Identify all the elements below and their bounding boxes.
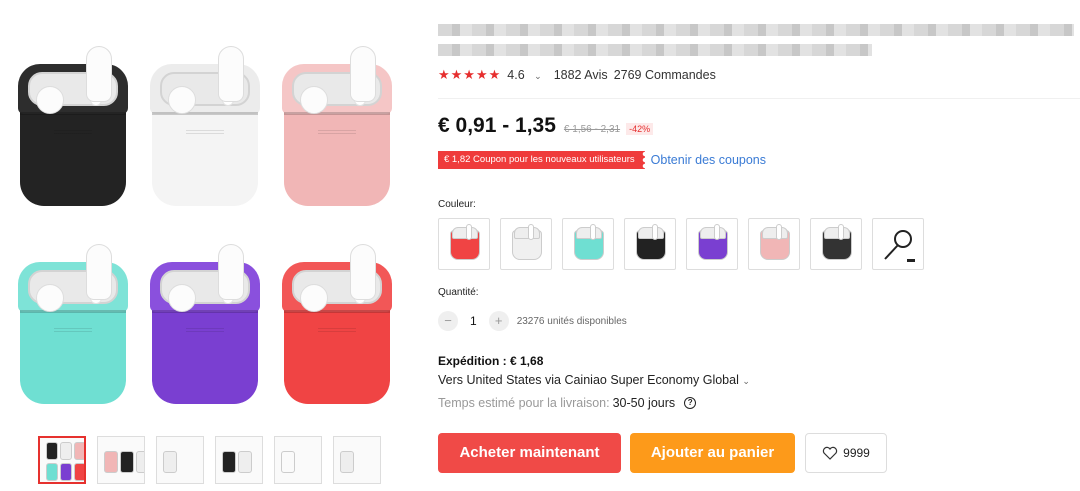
help-icon[interactable]: ? [684, 397, 697, 409]
stock-available: 23276 unités disponibles [516, 315, 627, 327]
coupon-badge[interactable]: € 1,82 Coupon pour les nouveaux utilisat… [438, 151, 645, 169]
quantity-stepper: − 1 + 23276 unités disponibles [438, 311, 627, 331]
product-main-image[interactable] [8, 30, 404, 414]
color-swatch[interactable] [624, 218, 676, 270]
rating-value[interactable]: 4.6 ⌄ [507, 68, 547, 82]
chevron-down-icon: ⌄ [534, 71, 542, 81]
reviews-count[interactable]: 1882 Avis [554, 68, 608, 82]
color-swatch-strap[interactable] [872, 218, 924, 270]
color-swatch[interactable] [500, 218, 552, 270]
case-red [278, 234, 396, 404]
rating-row: ★★★★★ 4.6 ⌄ 1882 Avis 2769 Commandes [438, 67, 722, 83]
case-mint [14, 234, 132, 404]
color-label: Couleur: [438, 199, 476, 210]
color-swatch[interactable] [562, 218, 614, 270]
color-swatch[interactable] [810, 218, 862, 270]
price: € 0,91 - 1,35 [438, 114, 556, 137]
quantity-label: Quantité: [438, 287, 479, 298]
divider [438, 98, 1080, 99]
case-black [14, 36, 132, 206]
product-page: ★★★★★ 4.6 ⌄ 1882 Avis 2769 Commandes € 0… [0, 0, 1080, 491]
decrease-quantity-button[interactable]: − [438, 311, 458, 331]
coupon-row: € 1,82 Coupon pour les nouveaux utilisat… [438, 151, 766, 169]
thumbnail[interactable] [274, 436, 322, 484]
case-white [146, 36, 264, 206]
case-purple [146, 234, 264, 404]
buy-now-button[interactable]: Acheter maintenant [438, 433, 621, 473]
case-pink [278, 36, 396, 206]
color-swatch[interactable] [686, 218, 738, 270]
thumbnail[interactable] [97, 436, 145, 484]
shipping-title: Expédition : € 1,68 [438, 354, 544, 368]
heart-icon [823, 446, 838, 460]
add-to-cart-button[interactable]: Ajouter au panier [630, 433, 795, 473]
price-row: € 0,91 - 1,35 € 1,56 - 2,31 -42% [438, 114, 654, 138]
shipping-method[interactable]: Vers United States via Cainiao Super Eco… [438, 373, 750, 387]
discount-badge: -42% [626, 123, 654, 135]
orders-count: 2769 Commandes [613, 68, 716, 82]
delivery-time-label: Temps estimé pour la livraison: [438, 396, 610, 410]
color-swatch[interactable] [748, 218, 800, 270]
delivery-time-value: 30-50 jours [612, 396, 676, 410]
strap-icon [884, 230, 915, 262]
wishlist-button[interactable]: 9999 [805, 433, 887, 473]
thumbnail[interactable] [333, 436, 381, 484]
thumbnail-strip [38, 436, 381, 484]
action-buttons: Acheter maintenant Ajouter au panier 999… [438, 433, 887, 473]
color-swatch[interactable] [438, 218, 490, 270]
old-price: € 1,56 - 2,31 [563, 124, 621, 135]
delivery-time: Temps estimé pour la livraison: 30-50 jo… [438, 396, 697, 410]
thumbnail[interactable] [156, 436, 204, 484]
quantity-value[interactable]: 1 [470, 314, 477, 328]
rating-stars-icon: ★★★★★ [438, 67, 502, 82]
product-title-blurred-2 [438, 44, 872, 56]
product-title-blurred [438, 24, 1074, 36]
increase-quantity-button[interactable]: + [488, 311, 509, 331]
color-swatches [438, 218, 924, 270]
thumbnail[interactable] [38, 436, 86, 484]
thumbnail[interactable] [215, 436, 263, 484]
get-coupons-link[interactable]: Obtenir des coupons [651, 153, 766, 167]
chevron-down-icon: ⌄ [742, 376, 750, 386]
wishlist-count: 9999 [843, 446, 870, 460]
